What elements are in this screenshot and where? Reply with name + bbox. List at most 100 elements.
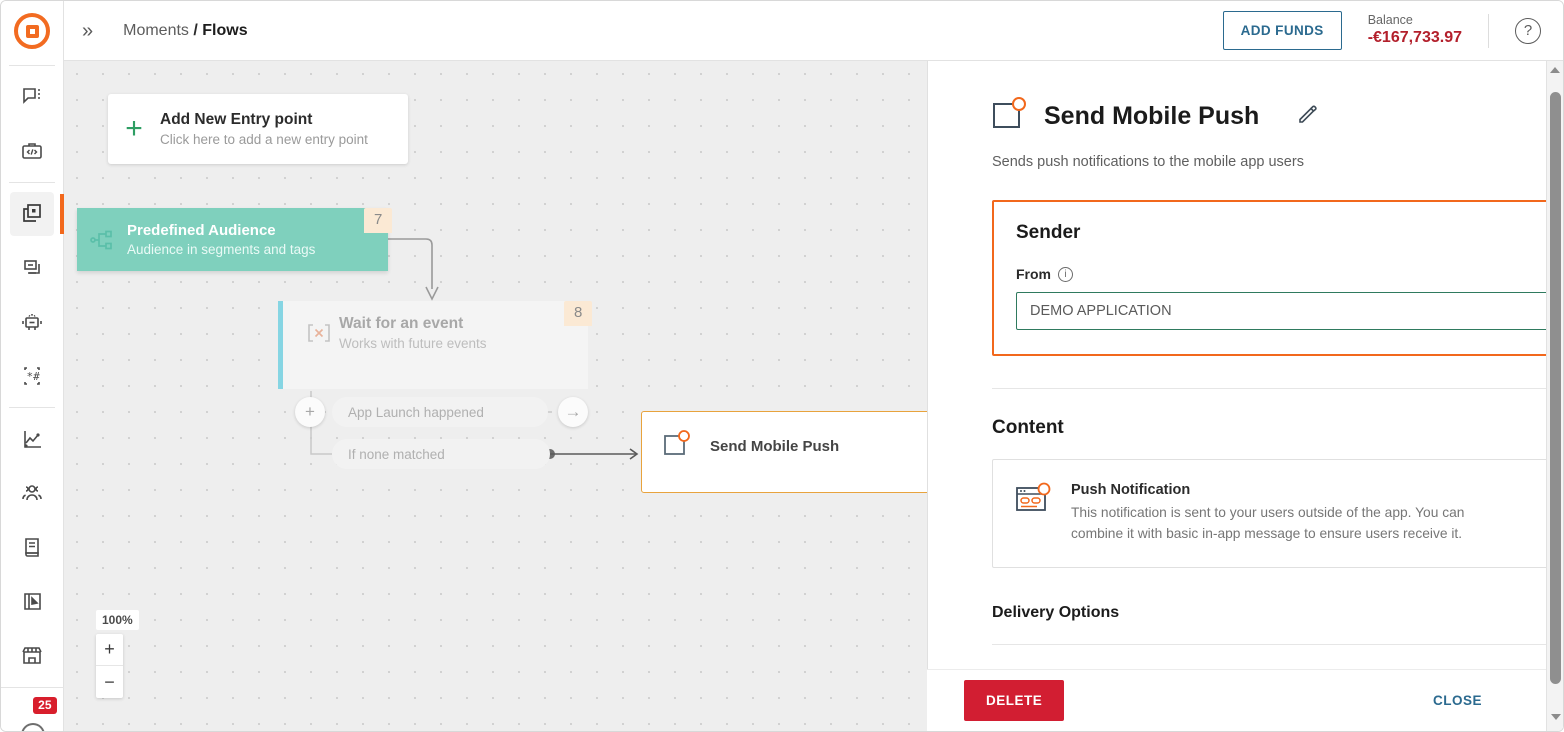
top-bar-divider bbox=[1488, 13, 1489, 48]
people-icon bbox=[20, 482, 44, 504]
panel-scrollbar[interactable] bbox=[1546, 61, 1563, 731]
delivery-options-row[interactable]: Delivery Options bbox=[992, 604, 1563, 645]
scroll-up-arrow[interactable] bbox=[1547, 61, 1563, 78]
page-title: Send Mobile Push bbox=[1044, 102, 1260, 130]
node-predefined-audience[interactable]: Predefined Audience Audience in segments… bbox=[77, 208, 388, 271]
templates-icon bbox=[21, 590, 44, 613]
left-nav-rail: *# 25 bbox=[1, 1, 64, 731]
delete-button[interactable]: DELETE bbox=[964, 680, 1065, 721]
branch-pill-app-launch[interactable]: App Launch happened bbox=[332, 397, 548, 427]
wait-node-subtitle: Works with future events bbox=[339, 336, 487, 351]
from-field-label: From i bbox=[1016, 266, 1563, 282]
app-logo[interactable] bbox=[1, 1, 64, 61]
conversations-icon bbox=[21, 86, 43, 108]
from-label-text: From bbox=[1016, 266, 1051, 282]
zoom-control: 100% + − bbox=[96, 610, 139, 698]
step-badge-wait: 8 bbox=[564, 301, 593, 326]
sidebar-item-conversations[interactable] bbox=[10, 75, 54, 119]
storefront-icon bbox=[20, 644, 44, 666]
push-card-description: This notification is sent to your users … bbox=[1071, 505, 1465, 542]
push-notification-card[interactable]: Push Notification This notification is s… bbox=[992, 459, 1563, 568]
scrollbar-thumb[interactable] bbox=[1550, 92, 1561, 684]
details-panel-content: Send Mobile Push Sends push notification… bbox=[928, 61, 1563, 645]
rail-group-engage: *# bbox=[1, 187, 64, 403]
from-select-value: DEMO APPLICATION bbox=[1030, 303, 1172, 319]
branch-goto-button[interactable]: → bbox=[558, 397, 588, 427]
broadcast-icon bbox=[21, 257, 44, 280]
balance-amount: -€167,733.97 bbox=[1367, 29, 1462, 47]
zoom-out-button[interactable]: − bbox=[96, 666, 123, 698]
panel-header: Send Mobile Push bbox=[992, 61, 1563, 136]
sidebar-item-moments[interactable] bbox=[10, 192, 64, 236]
panel-footer: DELETE CLOSE bbox=[927, 669, 1546, 731]
section-divider bbox=[992, 388, 1563, 389]
balance-block: Balance -€167,733.97 bbox=[1368, 13, 1462, 49]
rail-bottom: 25 bbox=[1, 687, 64, 731]
breadcrumb-separator: / bbox=[193, 21, 198, 39]
details-panel: Send Mobile Push Sends push notification… bbox=[927, 61, 1563, 731]
node-wait-for-event[interactable]: Wait for an event Works with future even… bbox=[278, 301, 588, 389]
zoom-in-button[interactable]: + bbox=[96, 634, 123, 666]
push-header-icon bbox=[992, 97, 1028, 136]
rail-group-data bbox=[1, 412, 64, 682]
node-send-mobile-push[interactable]: Send Mobile Push bbox=[641, 411, 927, 493]
moments-icon bbox=[20, 202, 44, 226]
rail-divider bbox=[9, 65, 55, 66]
sidebar-item-developer-tools[interactable] bbox=[10, 129, 54, 173]
entry-node-title: Add New Entry point bbox=[160, 111, 313, 128]
svg-text:*#: *# bbox=[27, 370, 41, 383]
add-branch-button[interactable]: + bbox=[295, 397, 325, 427]
avatar[interactable]: 25 bbox=[13, 693, 57, 731]
sidebar-item-bots[interactable] bbox=[10, 300, 54, 344]
breadcrumb-current: Flows bbox=[202, 21, 248, 39]
branch-pill-none-matched[interactable]: If none matched bbox=[332, 439, 550, 469]
wait-node-title: Wait for an event bbox=[339, 315, 464, 332]
node-add-entry-point[interactable]: + Add New Entry point Click here to add … bbox=[108, 94, 408, 164]
push-node-icon bbox=[662, 430, 692, 463]
rail-group-messaging bbox=[1, 70, 64, 178]
delivery-options-title: Delivery Options bbox=[992, 603, 1120, 621]
push-notification-icon bbox=[1015, 482, 1053, 545]
info-icon[interactable]: i bbox=[1058, 266, 1073, 282]
pencil-icon[interactable] bbox=[1297, 103, 1319, 130]
sidebar-item-storefront[interactable] bbox=[10, 633, 54, 677]
step-badge-audience: 7 bbox=[364, 208, 393, 233]
developer-tools-icon bbox=[20, 140, 44, 162]
from-select[interactable]: DEMO APPLICATION bbox=[1016, 292, 1563, 330]
rail-divider-2 bbox=[9, 182, 55, 183]
app-window: *# 25 » Moments / Flows ADD FUNDS Balanc… bbox=[0, 0, 1564, 732]
rail-divider-3 bbox=[9, 407, 55, 408]
catalog-icon bbox=[21, 536, 43, 559]
chevron-double-right-icon[interactable]: » bbox=[82, 21, 93, 41]
top-bar: » Moments / Flows ADD FUNDS Balance -€16… bbox=[64, 1, 1563, 61]
wait-event-icon bbox=[299, 321, 339, 345]
sidebar-item-templates[interactable] bbox=[10, 579, 54, 623]
flow-canvas[interactable]: + Add New Entry point Click here to add … bbox=[64, 61, 927, 731]
audience-segments-icon bbox=[77, 228, 127, 252]
balance-label: Balance bbox=[1367, 12, 1413, 27]
scroll-down-arrow[interactable] bbox=[1547, 708, 1563, 725]
content-section-title: Content bbox=[992, 417, 1064, 438]
sidebar-item-broadcast[interactable] bbox=[10, 246, 54, 290]
sender-section-title: Sender bbox=[1016, 222, 1081, 243]
push-card-title: Push Notification bbox=[1071, 482, 1191, 498]
audience-node-title: Predefined Audience bbox=[127, 222, 276, 239]
zoom-level-label: 100% bbox=[96, 610, 139, 630]
top-bar-right: ADD FUNDS Balance -€167,733.97 ? bbox=[1222, 11, 1563, 50]
sidebar-item-numbers[interactable]: *# bbox=[10, 354, 54, 398]
numbers-icon: *# bbox=[20, 365, 44, 387]
panel-subtitle: Sends push notifications to the mobile a… bbox=[992, 154, 1304, 170]
push-node-title: Send Mobile Push bbox=[710, 438, 840, 455]
add-funds-button[interactable]: ADD FUNDS bbox=[1222, 11, 1342, 50]
plus-icon: + bbox=[125, 112, 143, 145]
help-icon[interactable]: ? bbox=[1515, 17, 1541, 44]
close-button[interactable]: CLOSE bbox=[1433, 693, 1482, 708]
audience-node-subtitle: Audience in segments and tags bbox=[127, 242, 316, 257]
sidebar-item-analytics[interactable] bbox=[10, 417, 54, 461]
sidebar-item-catalog[interactable] bbox=[10, 525, 54, 569]
notification-badge: 25 bbox=[33, 697, 57, 714]
bots-icon bbox=[20, 310, 44, 334]
entry-node-subtitle: Click here to add a new entry point bbox=[160, 132, 368, 147]
sidebar-item-people[interactable] bbox=[10, 471, 54, 515]
breadcrumb-root[interactable]: Moments bbox=[123, 22, 189, 39]
